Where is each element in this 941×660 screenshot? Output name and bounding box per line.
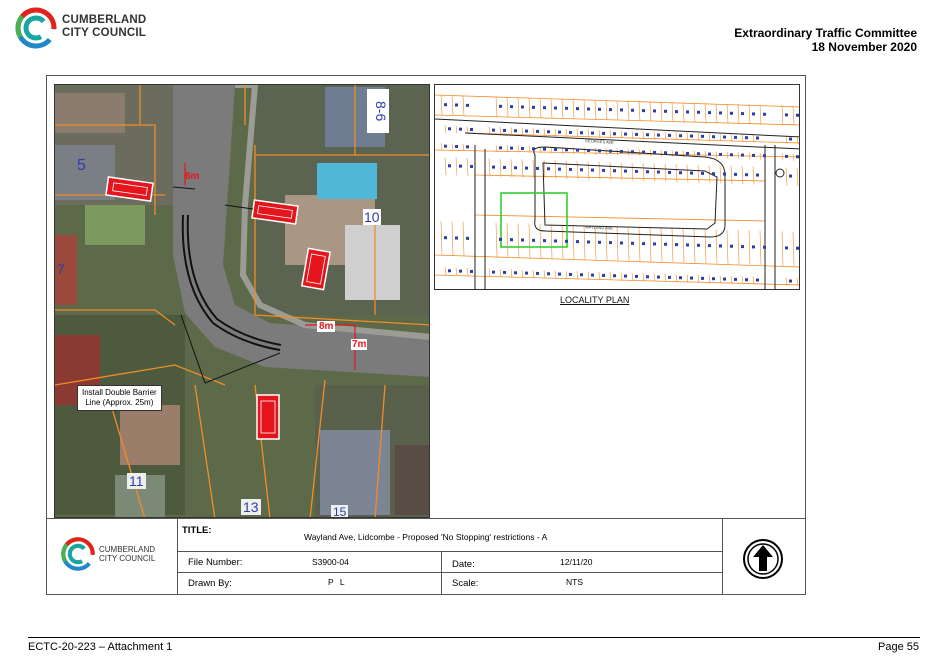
council-logo-icon [61, 537, 95, 571]
date-value: 12/11/20 [560, 557, 593, 567]
no-stopping-sign [256, 394, 280, 440]
dimension-label-7m: 7m [351, 339, 368, 350]
lot-number: 10 [363, 209, 381, 225]
swimming-pool [317, 163, 377, 199]
lot-number: 13 [241, 499, 261, 515]
locality-map [435, 85, 799, 289]
page-number: Page 55 [878, 641, 919, 653]
attachment-reference: ECTC-20-223 – Attachment 1 [28, 641, 173, 653]
council-name: CUMBERLAND CITY COUNCIL [62, 14, 147, 39]
locality-plan-caption: LOCALITY PLAN [560, 295, 630, 305]
house-roof [55, 93, 125, 133]
north-arrow-icon [743, 539, 783, 579]
dimension-label-8m: 8m [317, 321, 336, 332]
title-block-council-name: CUMBERLAND CITY COUNCIL [99, 545, 156, 563]
lot-number: 7 [57, 261, 65, 277]
committee-date: 18 November 2020 [811, 40, 917, 54]
file-number-label: File Number: [188, 557, 243, 568]
dimension-label-6m: 6m [185, 171, 200, 182]
file-number-value: S3900-04 [312, 557, 349, 567]
council-logo-icon [15, 7, 57, 49]
callout-line2: Line (Approx. 25m) [85, 398, 154, 407]
footer-rule [28, 637, 920, 638]
lot-number: 15 [331, 505, 349, 518]
lot-number: 5 [77, 157, 86, 174]
date-label: Date: [452, 559, 475, 570]
aerial-photo: 6m 8m 7m Install Double Barrier Line (Ap… [54, 84, 430, 518]
drawn-by-value: P L [328, 577, 347, 587]
lot-number: 11 [127, 473, 146, 489]
committee-heading: Extraordinary Traffic Committee 18 Novem… [734, 26, 917, 54]
callout-line1: Install Double Barrier [82, 388, 157, 397]
scale-label: Scale: [452, 578, 479, 589]
aerial-map [55, 85, 429, 517]
title-value: Wayland Ave, Lidcombe - Proposed 'No Sto… [304, 532, 548, 542]
title-label: TITLE: [182, 525, 212, 536]
committee-name: Extraordinary Traffic Committee [734, 26, 917, 40]
scale-value: NTS [566, 577, 583, 587]
drawn-by-label: Drawn By: [188, 578, 232, 589]
locality-plan: GEORGES AVE WAYLAND AVE [434, 84, 800, 290]
double-barrier-callout: Install Double Barrier Line (Approx. 25m… [77, 385, 162, 411]
lot-number: 8-6 [367, 89, 389, 133]
